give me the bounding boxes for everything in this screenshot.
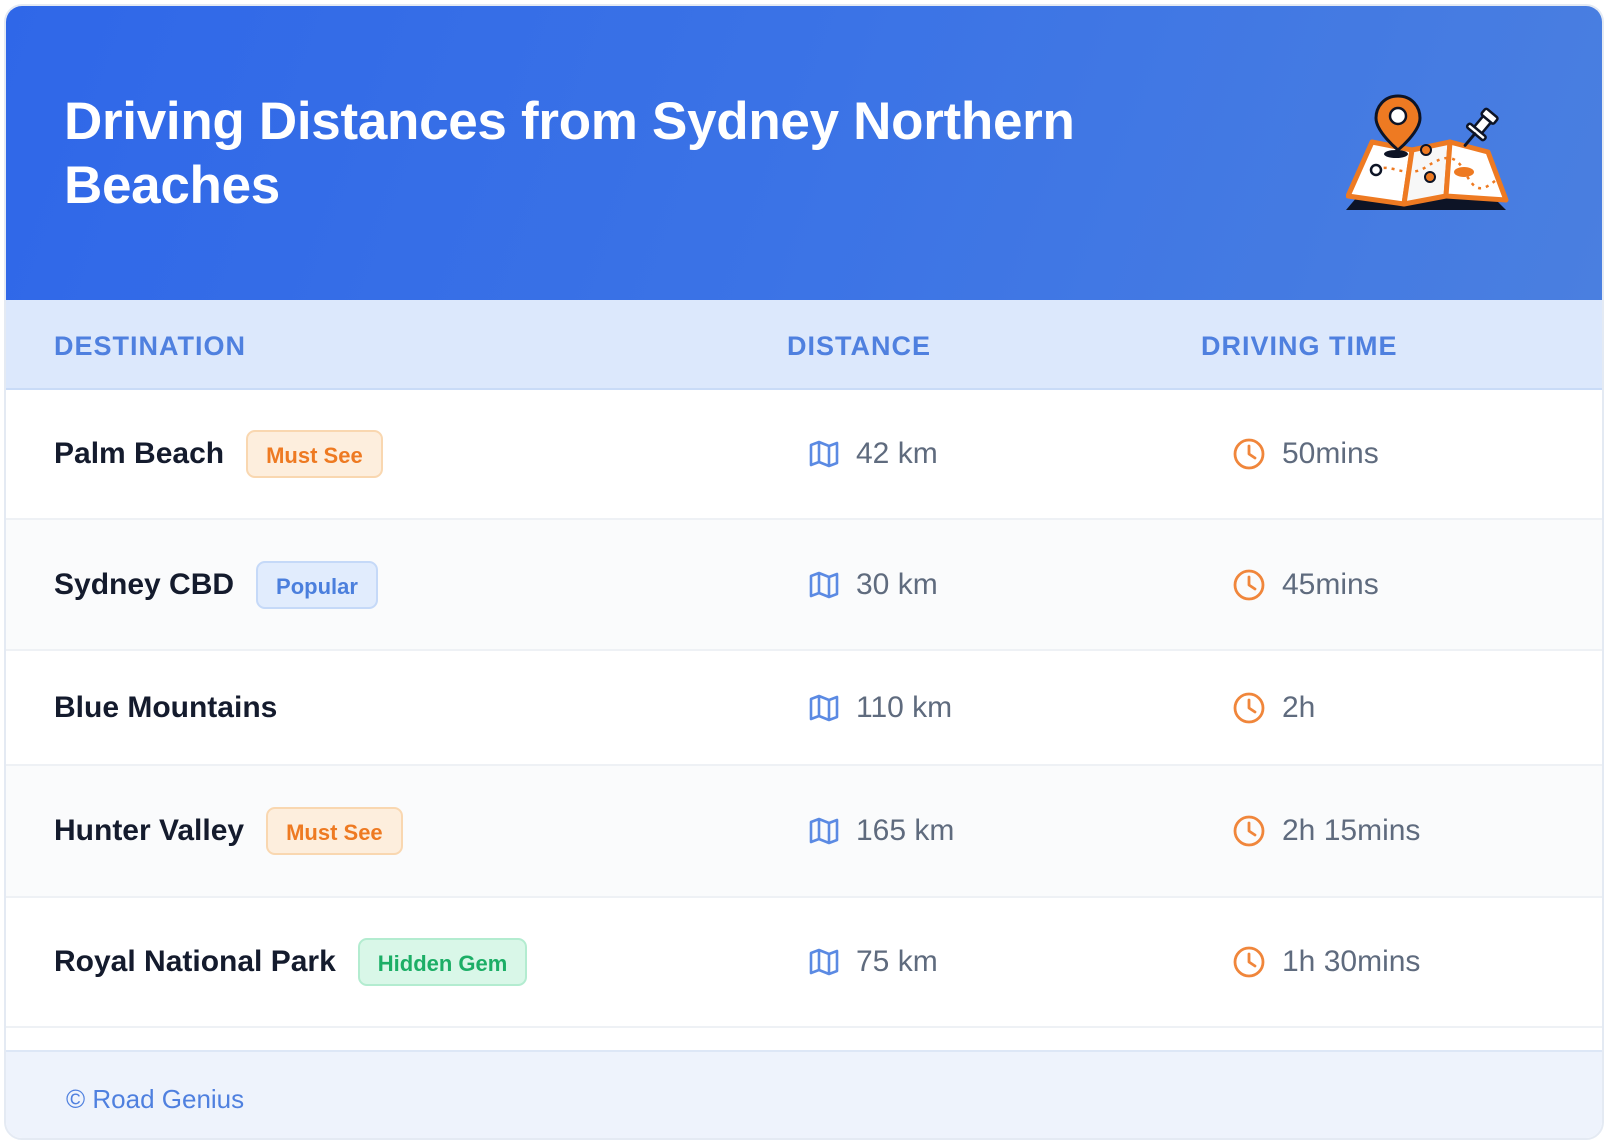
driving-time-value: 1h 30mins [1282, 945, 1421, 978]
clock-icon [1232, 437, 1266, 471]
map-icon [808, 440, 840, 468]
copyright-text: © Road Genius [66, 1084, 245, 1114]
destination-cell: Hunter Valley Must See [54, 766, 403, 896]
map-icon [808, 571, 840, 599]
destination-cell: Palm Beach Must See [54, 390, 383, 518]
page-title: Driving Distances from Sydney Northern B… [64, 92, 1075, 215]
clock-icon [1232, 691, 1266, 725]
distance-value: 165 km [856, 814, 955, 847]
table-row: Royal National Park Hidden Gem 75 km 1h 30m… [6, 898, 1602, 1028]
distance-value: 110 km [856, 690, 953, 724]
destination-name: Blue Mountains [54, 690, 278, 724]
status-badge: Popular [256, 560, 378, 609]
status-badge: Must See [246, 430, 383, 478]
destination-name: Sydney CBD [54, 567, 235, 601]
column-header-driving-time[interactable]: DRIVING TIME [1201, 331, 1398, 362]
distance-value: 75 km [856, 945, 938, 978]
destination-name: Palm Beach [54, 437, 225, 470]
status-badge: Must See [266, 807, 403, 855]
destination-cell: Blue Mountains [54, 651, 277, 764]
clock-icon [1232, 814, 1266, 848]
column-header-destination[interactable]: DESTINATION [54, 331, 246, 362]
card-header: Driving Distances from Sydney Northern B… [6, 6, 1602, 300]
map-icon [808, 817, 840, 845]
destination-name: Hunter Valley [54, 814, 245, 847]
driving-time-value: 45mins [1282, 567, 1379, 601]
clock-icon [1232, 945, 1266, 979]
map-icon [808, 948, 840, 976]
destination-cell: Royal National Park Hidden Gem [54, 898, 528, 1026]
distance-cell: 165 km [808, 766, 954, 896]
distance-cell: 30 km [808, 520, 938, 649]
card-footer: © Road Genius [6, 1050, 1602, 1138]
table-header: DESTINATION DISTANCE DRIVING TIME [6, 300, 1602, 390]
distance-cell: 110 km [808, 651, 952, 764]
table-row: Palm Beach Must See 42 km 50mins [6, 390, 1602, 520]
distance-value: 30 km [856, 567, 938, 601]
clock-icon [1232, 568, 1266, 602]
table-row: Sydney CBD Popular 30 km 45mins [6, 520, 1602, 651]
folded-map-with-location-pin-icon [1345, 92, 1536, 222]
distance-cell: 75 km [808, 898, 938, 1026]
driving-time-value: 50mins [1282, 437, 1379, 470]
status-badge: Hidden Gem [357, 938, 528, 986]
column-header-distance[interactable]: DISTANCE [787, 331, 931, 362]
table-row: Blue Mountains 110 km 2h [6, 651, 1602, 766]
table-row: Hunter Valley Must See 165 km 2h 15mins [6, 766, 1602, 898]
time-cell: 1h 30mins [1232, 898, 1420, 1026]
distance-cell: 42 km [808, 390, 938, 518]
time-cell: 50mins [1232, 390, 1379, 518]
map-icon [808, 694, 840, 722]
distance-value: 42 km [856, 437, 938, 470]
distance-card: Driving Distances from Sydney Northern B… [4, 4, 1604, 1140]
time-cell: 45mins [1232, 520, 1379, 649]
destination-cell: Sydney CBD Popular [54, 520, 378, 649]
driving-time-value: 2h [1282, 690, 1316, 724]
destination-name: Royal National Park [54, 945, 336, 978]
time-cell: 2h 15mins [1232, 766, 1420, 896]
time-cell: 2h [1232, 651, 1315, 764]
driving-time-value: 2h 15mins [1282, 814, 1421, 847]
